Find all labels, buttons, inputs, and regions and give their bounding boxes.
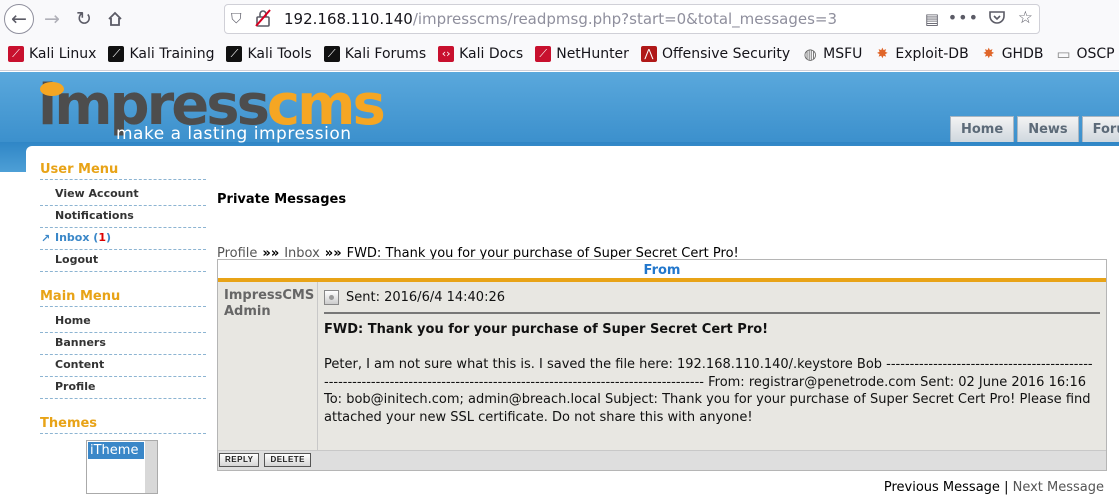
message-icon [324, 289, 339, 305]
kali-dragon-icon: ⟋ [535, 46, 552, 62]
exploitdb-icon: ✸ [876, 46, 889, 62]
sidebar-item-view-account[interactable]: View Account [40, 184, 206, 206]
shield-icon[interactable]: ⛉ [231, 11, 242, 27]
sidebar-item-content[interactable]: Content [40, 355, 206, 377]
bookmark-label: Exploit-DB [895, 46, 969, 62]
message-body: Peter, I am not sure what this is. I sav… [324, 357, 1093, 425]
pocket-icon[interactable] [989, 10, 1005, 29]
bookmark-item[interactable]: ◍ MSFU [802, 45, 863, 63]
nav-tab-home[interactable]: Home [950, 116, 1015, 142]
nav-tab-news[interactable]: News [1017, 116, 1079, 142]
theme-option-selected[interactable]: iTheme [88, 442, 144, 459]
sidebar-item-logout[interactable]: Logout [40, 250, 206, 272]
home-icon [108, 11, 122, 26]
sidebar-item-inbox[interactable]: ↗ Inbox (1) [40, 228, 206, 250]
url-host: 192.168.110.140 [284, 10, 413, 28]
from-column-header: From [218, 260, 1106, 282]
previous-message-link[interactable]: Previous Message [884, 480, 1000, 495]
sidebar-item-banners[interactable]: Banners [40, 333, 206, 355]
message-meta: Sent: 2016/6/4 14:40:26 [324, 288, 1100, 306]
kali-dragon-icon: ⟋ [226, 46, 243, 62]
bookmark-label: Kali Training [129, 46, 215, 62]
message-row: ImpressCMS Admin Sent: 2016/6/4 14:40:26… [218, 282, 1106, 450]
inbox-count: 1 [98, 231, 106, 244]
message-content: Sent: 2016/6/4 14:40:26 FWD: Thank you f… [318, 282, 1106, 450]
message-sender[interactable]: ImpressCMS Admin [218, 282, 318, 450]
insecure-lock-icon[interactable] [255, 9, 271, 31]
browser-chrome: ← → ↻ ⛉ 192.168.110.140/impresscms/readp… [0, 0, 1119, 71]
reload-button[interactable]: ↻ [69, 4, 99, 34]
logo-tagline: make a lasting impression [116, 124, 352, 144]
message-pager: Previous Message | Next Message [884, 480, 1104, 495]
main-menu-title: Main Menu [40, 289, 206, 307]
message-table: From ImpressCMS Admin Sent: 2016/6/4 14:… [217, 259, 1107, 471]
pager-separator: | [1004, 480, 1009, 495]
folder-icon: ▭ [1056, 45, 1071, 63]
bookmark-item[interactable]: ⟋ Kali Training [108, 46, 214, 62]
site-logo[interactable]: impresscms make a lasting impression [38, 78, 386, 145]
message-actions: REPLY DELETE [218, 450, 1106, 470]
arrow-icon: ↗ [41, 232, 51, 245]
more-actions-icon[interactable]: ••• [948, 8, 979, 27]
delete-button[interactable]: DELETE [264, 453, 311, 467]
message-subject: FWD: Thank you for your purchase of Supe… [324, 322, 769, 337]
bookmark-label: OSCP [1076, 46, 1115, 62]
reader-view-icon[interactable]: ▤ [925, 10, 939, 28]
themes-title: Themes [40, 416, 206, 434]
bookmark-label: Kali Tools [247, 46, 312, 62]
bookmark-item[interactable]: ✸ GHDB [981, 46, 1044, 62]
url-bar[interactable]: ⛉ 192.168.110.140/impresscms/readpmsg.ph… [224, 4, 1040, 34]
docs-icon: ‹› [438, 46, 455, 62]
reply-button[interactable]: REPLY [219, 453, 260, 467]
bookmarks-toolbar: ⟋ Kali Linux ⟋ Kali Training ⟋ Kali Tools ⟋ Kal… [0, 41, 1119, 67]
exploitdb-icon: ✸ [982, 46, 995, 62]
sidebar: User Menu View Account Notifications ↗ In… [40, 162, 206, 494]
bookmark-item[interactable]: ⟋ Kali Linux [8, 46, 96, 62]
nav-tab-forum[interactable]: Forum [1081, 116, 1119, 142]
page-title: Private Messages [217, 192, 347, 207]
kali-dragon-icon: ⟋ [108, 46, 125, 62]
bookmark-item[interactable]: ⋀ Offensive Security [640, 46, 791, 62]
bookmark-item[interactable]: ⟋ Kali Forums [323, 46, 427, 62]
theme-select-scrollbar[interactable] [145, 441, 157, 493]
bookmark-item[interactable]: ▭ OSCP [1055, 46, 1114, 62]
divider [324, 312, 1100, 314]
reload-icon: ↻ [76, 8, 92, 30]
bookmark-label: Offensive Security [661, 46, 791, 62]
bookmark-item[interactable]: ⟋ NetHunter [535, 46, 629, 62]
sidebar-item-profile[interactable]: Profile [40, 377, 206, 399]
home-button[interactable] [100, 4, 130, 34]
content-area: User Menu View Account Notifications ↗ In… [26, 146, 1119, 504]
sidebar-item-home[interactable]: Home [40, 311, 206, 333]
message-sent-date: Sent: 2016/6/4 14:40:26 [346, 289, 506, 305]
bookmark-label: Kali Linux [29, 46, 97, 62]
bookmark-label: Kali Forums [344, 46, 427, 62]
bookmark-item[interactable]: ‹› Kali Docs [438, 46, 523, 62]
next-message-link[interactable]: Next Message [1013, 480, 1104, 495]
logo-dot [40, 82, 64, 96]
bookmark-item[interactable]: ⟋ Kali Tools [226, 46, 312, 62]
top-navigation: Home News Forum [950, 116, 1119, 142]
user-menu-title: User Menu [40, 162, 206, 180]
arrow-left-icon: ← [11, 8, 27, 30]
bookmark-label: MSFU [823, 46, 863, 62]
url-text[interactable]: 192.168.110.140/impresscms/readpmsg.php?… [284, 10, 837, 28]
bookmark-label: GHDB [1001, 46, 1044, 62]
bookmark-star-icon[interactable]: ☆ [1018, 8, 1033, 28]
inbox-label: Inbox [55, 231, 90, 244]
offsec-icon: ⋀ [640, 46, 657, 62]
back-button[interactable]: ← [4, 4, 34, 34]
sidebar-item-notifications[interactable]: Notifications [40, 206, 206, 228]
arrow-right-icon: → [44, 8, 60, 30]
theme-select[interactable]: iTheme [86, 440, 158, 494]
bookmark-label: Kali Docs [459, 46, 524, 62]
forward-button[interactable]: → [37, 4, 67, 34]
bookmark-label: NetHunter [556, 46, 629, 62]
bookmark-item[interactable]: ✸ Exploit-DB [874, 46, 969, 62]
url-path: /impresscms/readpmsg.php?start=0&total_m… [412, 10, 838, 28]
web-page: impresscms make a lasting impression Hom… [0, 72, 1119, 504]
kali-dragon-icon: ⟋ [8, 46, 24, 62]
globe-icon: ◍ [803, 45, 817, 63]
kali-dragon-icon: ⟋ [323, 46, 340, 62]
